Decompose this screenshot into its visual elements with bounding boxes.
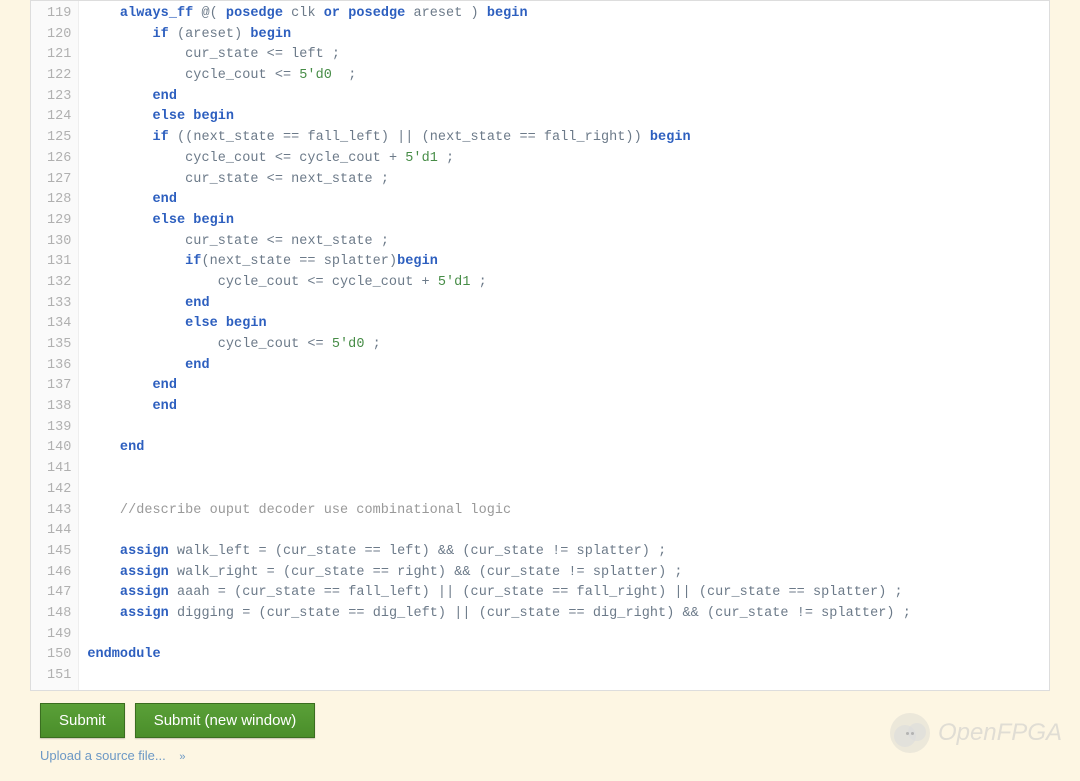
- line-number-gutter: 1191201211221231241251261271281291301311…: [31, 1, 79, 690]
- line-number: 126: [47, 149, 71, 170]
- line-number: 132: [47, 273, 71, 294]
- line-number: 142: [47, 480, 71, 501]
- line-number: 140: [47, 438, 71, 459]
- line-number: 121: [47, 45, 71, 66]
- line-number: 120: [47, 25, 71, 46]
- code-editor[interactable]: 1191201211221231241251261271281291301311…: [30, 0, 1050, 691]
- code-line[interactable]: end: [87, 87, 1041, 108]
- code-line[interactable]: always_ff @( posedge clk or posedge ares…: [87, 4, 1041, 25]
- line-number: 127: [47, 170, 71, 191]
- code-line[interactable]: else begin: [87, 314, 1041, 335]
- code-line[interactable]: cur_state <= left ;: [87, 45, 1041, 66]
- line-number: 141: [47, 459, 71, 480]
- line-number: 145: [47, 542, 71, 563]
- code-lines[interactable]: always_ff @( posedge clk or posedge ares…: [79, 1, 1049, 690]
- code-line[interactable]: [87, 418, 1041, 439]
- code-line[interactable]: [87, 666, 1041, 687]
- line-number: 136: [47, 356, 71, 377]
- line-number: 125: [47, 128, 71, 149]
- code-line[interactable]: assign walk_right = (cur_state == right)…: [87, 563, 1041, 584]
- chevron-down-icon: »: [179, 751, 185, 763]
- code-line[interactable]: //describe ouput decoder use combination…: [87, 501, 1041, 522]
- code-line[interactable]: assign walk_left = (cur_state == left) &…: [87, 542, 1041, 563]
- line-number: 124: [47, 107, 71, 128]
- code-line[interactable]: end: [87, 438, 1041, 459]
- line-number: 137: [47, 376, 71, 397]
- code-line[interactable]: end: [87, 356, 1041, 377]
- code-line[interactable]: cur_state <= next_state ;: [87, 232, 1041, 253]
- line-number: 122: [47, 66, 71, 87]
- upload-source-link[interactable]: Upload a source file...: [40, 748, 166, 763]
- code-line[interactable]: if ((next_state == fall_left) || (next_s…: [87, 128, 1041, 149]
- code-line[interactable]: end: [87, 376, 1041, 397]
- line-number: 129: [47, 211, 71, 232]
- code-line[interactable]: end: [87, 397, 1041, 418]
- line-number: 119: [47, 4, 71, 25]
- code-line[interactable]: end: [87, 190, 1041, 211]
- code-line[interactable]: [87, 625, 1041, 646]
- code-line[interactable]: endmodule: [87, 645, 1041, 666]
- code-line[interactable]: assign digging = (cur_state == dig_left)…: [87, 604, 1041, 625]
- line-number: 138: [47, 397, 71, 418]
- line-number: 139: [47, 418, 71, 439]
- upload-row: Upload a source file... »: [40, 748, 1050, 763]
- button-row: Submit Submit (new window): [40, 703, 1050, 738]
- line-number: 135: [47, 335, 71, 356]
- code-line[interactable]: else begin: [87, 211, 1041, 232]
- line-number: 128: [47, 190, 71, 211]
- code-line[interactable]: cycle_cout <= 5'd0 ;: [87, 335, 1041, 356]
- line-number: 147: [47, 583, 71, 604]
- line-number: 144: [47, 521, 71, 542]
- code-line[interactable]: if(next_state == splatter)begin: [87, 252, 1041, 273]
- code-line[interactable]: [87, 459, 1041, 480]
- submit-new-window-button[interactable]: Submit (new window): [135, 703, 316, 738]
- code-line[interactable]: cur_state <= next_state ;: [87, 170, 1041, 191]
- code-line[interactable]: else begin: [87, 107, 1041, 128]
- code-line[interactable]: [87, 480, 1041, 501]
- line-number: 133: [47, 294, 71, 315]
- line-number: 146: [47, 563, 71, 584]
- code-line[interactable]: cycle_cout <= cycle_cout + 5'd1 ;: [87, 273, 1041, 294]
- code-line[interactable]: if (areset) begin: [87, 25, 1041, 46]
- line-number: 131: [47, 252, 71, 273]
- code-line[interactable]: assign aaah = (cur_state == fall_left) |…: [87, 583, 1041, 604]
- line-number: 148: [47, 604, 71, 625]
- code-line[interactable]: cycle_cout <= 5'd0 ;: [87, 66, 1041, 87]
- line-number: 151: [47, 666, 71, 687]
- line-number: 149: [47, 625, 71, 646]
- code-line[interactable]: [87, 521, 1041, 542]
- page-container: 1191201211221231241251261271281291301311…: [0, 0, 1080, 781]
- line-number: 143: [47, 501, 71, 522]
- line-number: 150: [47, 645, 71, 666]
- code-line[interactable]: end: [87, 294, 1041, 315]
- line-number: 123: [47, 87, 71, 108]
- code-line[interactable]: cycle_cout <= cycle_cout + 5'd1 ;: [87, 149, 1041, 170]
- submit-button[interactable]: Submit: [40, 703, 125, 738]
- line-number: 130: [47, 232, 71, 253]
- line-number: 134: [47, 314, 71, 335]
- content-wrapper: 1191201211221231241251261271281291301311…: [0, 0, 1080, 763]
